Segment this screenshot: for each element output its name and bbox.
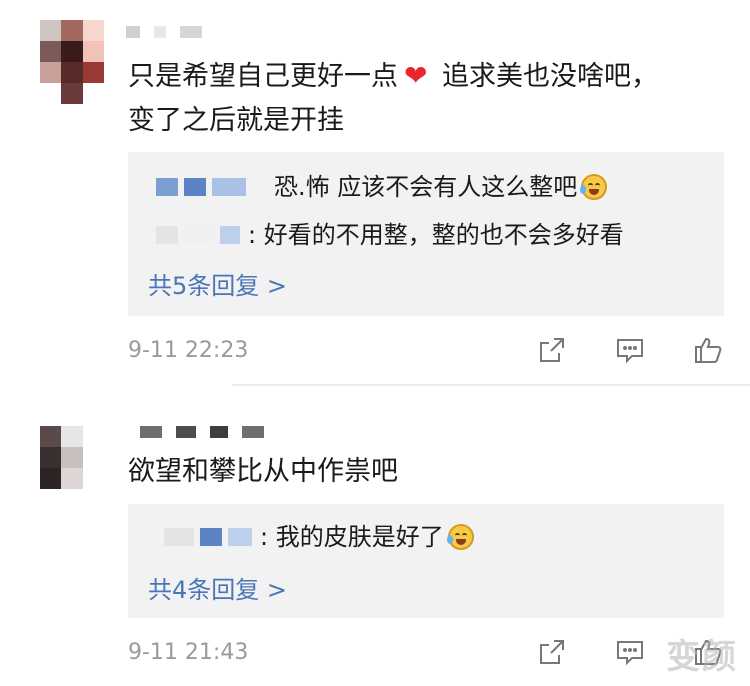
reply-line: : 我的皮肤是好了 <box>164 520 474 554</box>
comment-item: 只是希望自己更好一点 ❤ 追求美也没啥吧， 变了之后就是开挂 恐.怖 应该不会有人… <box>0 0 750 386</box>
reply-text: 恐.怖 应该不会有人这么整吧 <box>274 170 608 204</box>
share-button[interactable] <box>536 636 568 668</box>
username-blurred[interactable] <box>126 26 202 38</box>
thumbs-up-icon <box>695 337 722 363</box>
more-replies-link[interactable]: 共4条回复 > <box>148 570 287 605</box>
comment-text-part1: 只是希望自己更好一点 <box>128 61 398 92</box>
comment-text-part2: 追求美也没啥吧， <box>433 61 659 92</box>
reply-username-blurred[interactable] <box>156 178 246 196</box>
comment-icon <box>617 339 643 364</box>
comment-item: 欲望和攀比从中作祟吧 : 我的皮肤是好了 共4条回复 > 9-11 21:43 <box>0 386 750 686</box>
avatar[interactable] <box>40 426 104 510</box>
like-button[interactable] <box>692 334 724 366</box>
comment-text: 欲望和攀比从中作祟吧 <box>128 450 398 494</box>
reply-button[interactable] <box>614 636 646 668</box>
reply-text: : 好看的不用整，整的也不会多好看 <box>248 221 624 249</box>
share-button[interactable] <box>536 334 568 366</box>
comment-text-part1: 欲望和攀比从中作祟吧 <box>128 456 398 487</box>
avatar[interactable] <box>40 20 104 104</box>
reply-text: : 我的皮肤是好了 <box>260 520 474 554</box>
comment-actions <box>536 334 724 366</box>
comment-icon <box>617 641 643 666</box>
comment-time: 9-11 22:23 <box>128 338 249 363</box>
heart-emoji: ❤ <box>404 59 428 92</box>
reply-box[interactable]: : 我的皮肤是好了 共4条回复 > <box>128 504 724 618</box>
reply-box[interactable]: 恐.怖 应该不会有人这么整吧 : 好看的不用整，整的也不会多好看 共5条回复 > <box>128 152 724 316</box>
share-icon <box>540 640 564 664</box>
comment-time: 9-11 21:43 <box>128 640 249 665</box>
comment-text: 只是希望自己更好一点 ❤ 追求美也没啥吧， 变了之后就是开挂 <box>128 54 658 143</box>
reply-button[interactable] <box>614 334 646 366</box>
laugh-cry-emoji <box>580 174 608 200</box>
watermark: 变颜 <box>666 637 738 677</box>
reply-username-blurred[interactable] <box>156 226 240 244</box>
reply-line: : 好看的不用整，整的也不会多好看 <box>156 218 624 252</box>
share-icon <box>540 338 564 362</box>
comment-text-line2: 变了之后就是开挂 <box>128 105 344 136</box>
laugh-cry-emoji <box>446 524 474 550</box>
reply-line: 恐.怖 应该不会有人这么整吧 <box>156 170 608 204</box>
more-replies-link[interactable]: 共5条回复 > <box>148 266 287 301</box>
username-blurred[interactable] <box>140 426 264 438</box>
reply-username-blurred[interactable] <box>164 528 252 546</box>
